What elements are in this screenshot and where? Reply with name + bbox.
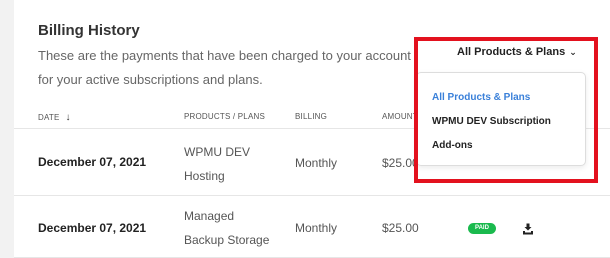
table-row: December 07, 2021 Managed Backup Storage… (14, 197, 610, 258)
column-billing: BILLING (295, 112, 328, 121)
highlight-box (414, 37, 598, 183)
row-product-line1: WPMU DEV (184, 145, 250, 159)
billing-history-card: Billing History These are the payments t… (14, 0, 610, 258)
column-date-label: DATE (38, 113, 60, 122)
billing-description: These are the payments that have been ch… (38, 48, 411, 87)
row-product-line1: Managed (184, 209, 235, 223)
row-date: December 07, 2021 (38, 221, 147, 235)
row-product-line2: Backup Storage (184, 233, 270, 247)
column-amount: AMOUNT (382, 112, 418, 121)
row-date: December 07, 2021 (38, 155, 147, 169)
status-badge: PAID (468, 223, 496, 234)
arrow-down-icon: ↓ (65, 112, 71, 123)
column-products: PRODUCTS / PLANS (184, 112, 265, 121)
row-product-line2: Hosting (184, 169, 225, 183)
row-billing: Monthly (295, 156, 338, 170)
column-date[interactable]: DATE ↓ (38, 112, 71, 123)
row-amount: $25.00 (382, 221, 419, 235)
row-billing: Monthly (295, 221, 338, 235)
page-title: Billing History (38, 22, 140, 39)
download-icon[interactable] (522, 222, 534, 235)
